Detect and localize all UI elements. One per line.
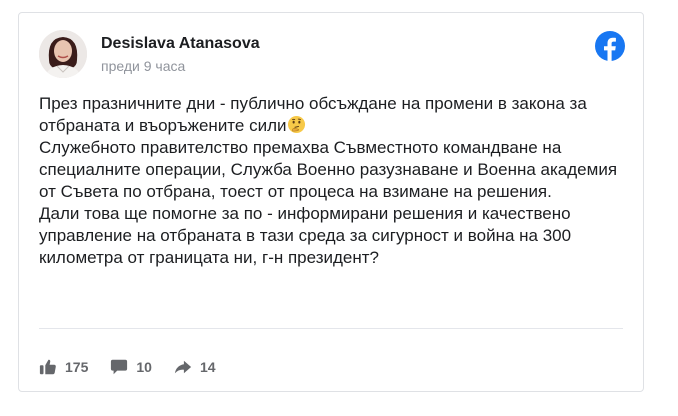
actions-divider — [39, 328, 623, 329]
post-paragraph: През празничните дни - публично обсъждан… — [39, 94, 587, 135]
author-name[interactable]: Desislava Atanasova — [101, 35, 260, 53]
share-count: 14 — [199, 359, 216, 375]
share-arrow-icon — [174, 360, 192, 374]
post-timestamp[interactable]: преди 9 часа — [101, 58, 185, 74]
post-paragraph: Служебното правителство премахва Съвмест… — [39, 138, 618, 201]
comment-count: 10 — [136, 359, 152, 375]
post-paragraph: Дали това ще помогне за по - информирани… — [39, 204, 572, 267]
post-body: През празничните дни - публично обсъждан… — [39, 93, 629, 269]
post-card: Desislava Atanasova преди 9 часа През пр… — [18, 12, 644, 392]
facebook-logo-icon[interactable] — [595, 31, 625, 61]
thinking-face-icon — [287, 115, 306, 134]
like-button[interactable]: 175 — [39, 358, 88, 376]
like-count: 175 — [65, 359, 89, 375]
author-avatar[interactable] — [39, 30, 87, 78]
thumbs-up-icon — [39, 359, 56, 375]
comment-button[interactable]: 10 — [110, 358, 152, 376]
post-actions: 175 10 14 — [39, 358, 238, 376]
share-button[interactable]: 14 — [174, 358, 216, 376]
comment-icon — [111, 359, 128, 375]
